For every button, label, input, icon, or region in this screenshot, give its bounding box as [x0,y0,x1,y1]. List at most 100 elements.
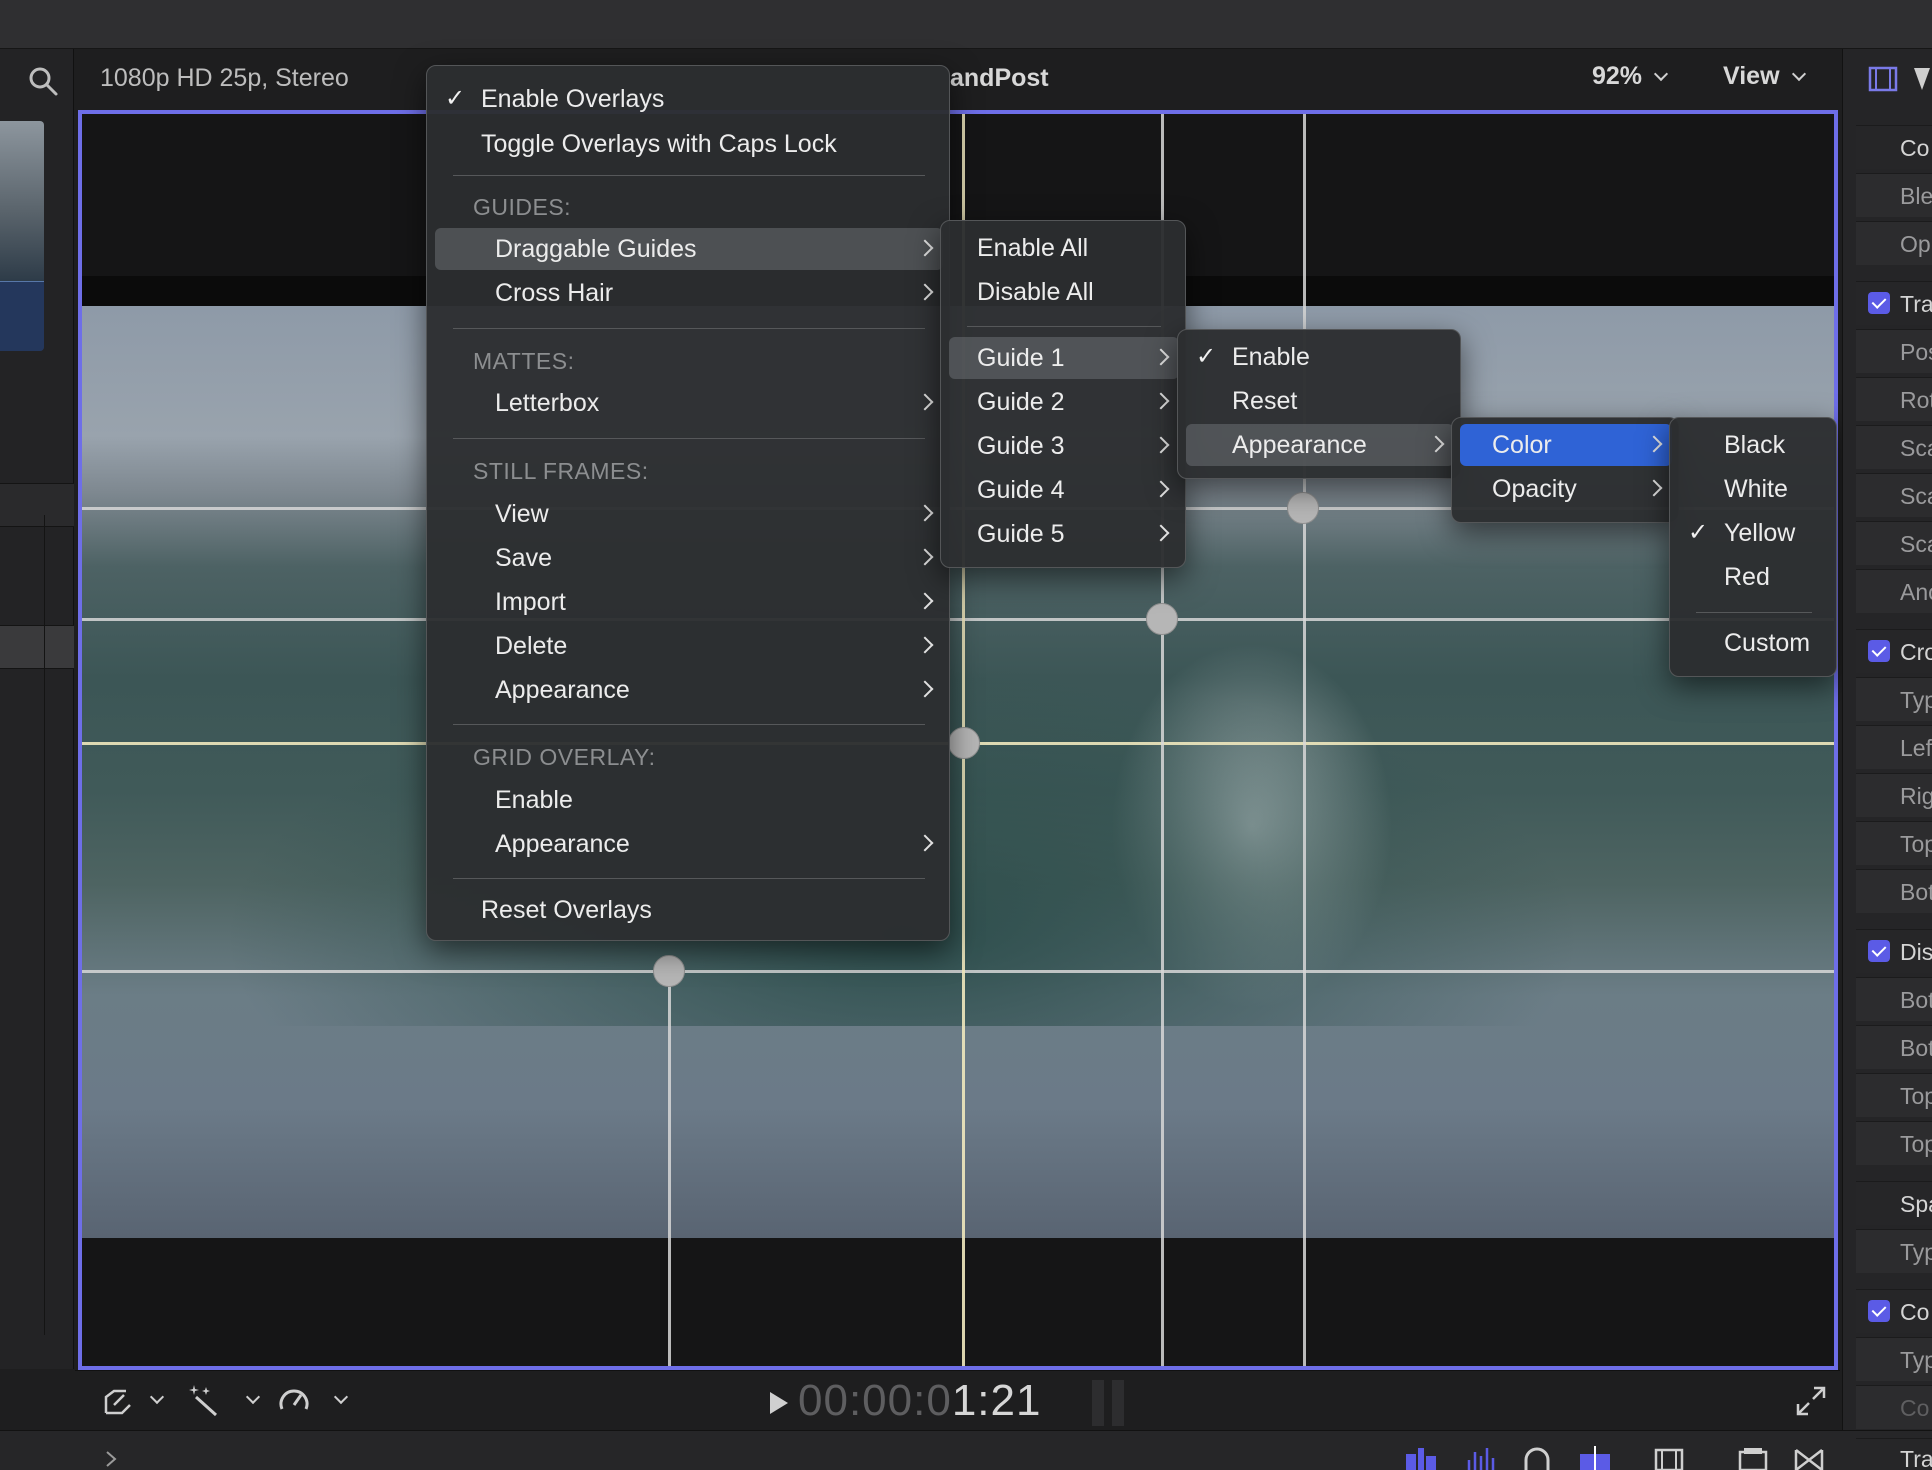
guide-handle[interactable] [653,955,685,987]
index-icon[interactable] [1404,1446,1438,1470]
menu-item-guide-1[interactable]: Guide 1 [949,337,1179,379]
menu-item-enable-overlays[interactable]: ✓ Enable Overlays [435,78,943,120]
menu-item-guide-appearance[interactable]: Appearance [1186,424,1454,466]
inspector-row[interactable]: Bot [1856,869,1932,913]
menu-item-draggable-guides[interactable]: Draggable Guides [435,228,943,270]
guide-handle[interactable] [1146,603,1178,635]
transitions-browser-icon[interactable] [1792,1446,1826,1470]
inspector-row[interactable]: Op [1856,221,1932,265]
checkmark-icon: ✓ [1688,519,1709,546]
menu-item-color-yellow[interactable]: ✓ Yellow [1678,512,1830,554]
fullscreen-icon[interactable] [1794,1384,1828,1418]
menu-item-color-black[interactable]: Black [1678,424,1830,466]
menu-item-guide-reset[interactable]: Reset [1186,380,1454,422]
menu-separator [1696,612,1812,613]
menu-item-letterbox[interactable]: Letterbox [435,382,943,424]
timeline-toolbar [0,1430,1932,1470]
guide-vertical[interactable] [668,974,671,1366]
inspector-row[interactable]: Top [1856,821,1932,865]
menu-item-toggle-caps-lock[interactable]: Toggle Overlays with Caps Lock [435,123,943,165]
clip-appearance-icon[interactable] [1652,1446,1686,1470]
menu-item-color-custom[interactable]: Custom [1678,622,1830,664]
menu-item-grid-appearance[interactable]: Appearance [435,823,943,865]
inspector-row[interactable]: Top [1856,1073,1932,1117]
chevron-right-icon [1152,524,1170,542]
inspector-row[interactable]: Top [1856,1121,1932,1165]
view-dropdown[interactable]: View [1723,62,1806,91]
browser-row-selected[interactable] [0,625,74,669]
inspector-row[interactable]: Typ [1856,677,1932,721]
guide-horizontal[interactable] [82,618,1834,621]
chevron-right-icon [1152,480,1170,498]
crop-checkbox[interactable] [1868,640,1890,662]
inspector-row[interactable]: Rig [1856,773,1932,817]
chevron-right-icon [1152,348,1170,366]
menu-separator [453,328,925,329]
menu-item-grid-enable[interactable]: Enable [435,779,943,821]
effects-browser-icon[interactable] [1736,1446,1770,1470]
inspector-row[interactable]: Sca [1856,425,1932,469]
project-name: andPost [950,64,1049,92]
guide-handle[interactable] [1287,492,1319,524]
inspector-row[interactable]: Ble [1856,173,1932,217]
chevron-right-icon [916,592,934,610]
inspector-row[interactable]: Typ [1856,1337,1932,1381]
compositing-checkbox[interactable] [1868,1300,1890,1322]
transform-checkbox[interactable] [1868,292,1890,314]
menu-separator [453,724,925,725]
transform-tool-icon[interactable] [100,1383,136,1419]
menu-item-disable-all[interactable]: Disable All [949,271,1179,313]
browser-divider [44,515,45,1335]
inspector-row[interactable]: Anc [1856,569,1932,613]
menu-separator [453,438,925,439]
menu-item-color[interactable]: Color [1460,424,1672,466]
retime-speed-icon[interactable] [276,1383,312,1419]
chevron-down-icon [1791,66,1806,82]
menu-item-cross-hair[interactable]: Cross Hair [435,272,943,314]
distort-checkbox[interactable] [1868,940,1890,962]
inspector-row[interactable]: Pos [1856,329,1932,373]
zoom-dropdown[interactable]: 92% [1592,62,1669,91]
audio-waveform-icon[interactable] [1464,1446,1498,1470]
menu-item-still-appearance[interactable]: Appearance [435,669,943,711]
inspector-row[interactable]: Sca [1856,521,1932,565]
guide-handle[interactable] [948,727,980,759]
browser-row[interactable] [0,483,74,527]
menu-item-view[interactable]: View [435,493,943,535]
wave-shading [82,556,1834,1026]
snapping-icon[interactable] [1578,1446,1612,1470]
inspector-row: Co [1856,125,1932,169]
menu-item-guide-5[interactable]: Guide 5 [949,513,1179,555]
menu-header-still-frames: STILL FRAMES: [473,458,649,484]
menu-item-guide-enable[interactable]: ✓ Enable [1186,336,1454,378]
menu-item-import[interactable]: Import [435,581,943,623]
filter-inspector-icon[interactable] [1912,64,1932,94]
menu-item-guide-4[interactable]: Guide 4 [949,469,1179,511]
inspector-row[interactable]: Lef [1856,725,1932,769]
menu-item-save[interactable]: Save [435,537,943,579]
clip-thumbnail[interactable] [0,121,44,351]
inspector-row[interactable]: Bot [1856,977,1932,1021]
menu-item-color-white[interactable]: White [1678,468,1830,510]
inspector-row[interactable]: Sca [1856,473,1932,517]
headphones-icon[interactable] [1520,1446,1554,1470]
menu-item-guide-2[interactable]: Guide 2 [949,381,1179,423]
guide-horizontal[interactable] [82,970,1834,973]
menu-item-enable-all[interactable]: Enable All [949,227,1179,269]
menu-item-color-red[interactable]: Red [1678,556,1830,598]
menu-item-guide-3[interactable]: Guide 3 [949,425,1179,467]
menu-item-reset-overlays[interactable]: Reset Overlays [435,889,943,931]
menu-item-opacity[interactable]: Opacity [1460,468,1672,510]
menu-item-delete[interactable]: Delete [435,625,943,667]
search-icon[interactable] [26,64,60,98]
play-icon[interactable] [770,1392,788,1414]
guide-vertical[interactable] [1303,114,1306,1366]
inspector-row[interactable]: Typ [1856,1229,1932,1273]
chevron-right-icon [916,636,934,654]
video-inspector-icon[interactable] [1868,64,1898,94]
timecode-display[interactable]: 00:00:01:21 [798,1376,1041,1426]
inspector-row[interactable]: Bot [1856,1025,1932,1069]
chevron-right-icon[interactable] [104,1450,118,1468]
inspector-row[interactable]: Rot [1856,377,1932,421]
enhance-wand-icon[interactable] [186,1383,222,1419]
